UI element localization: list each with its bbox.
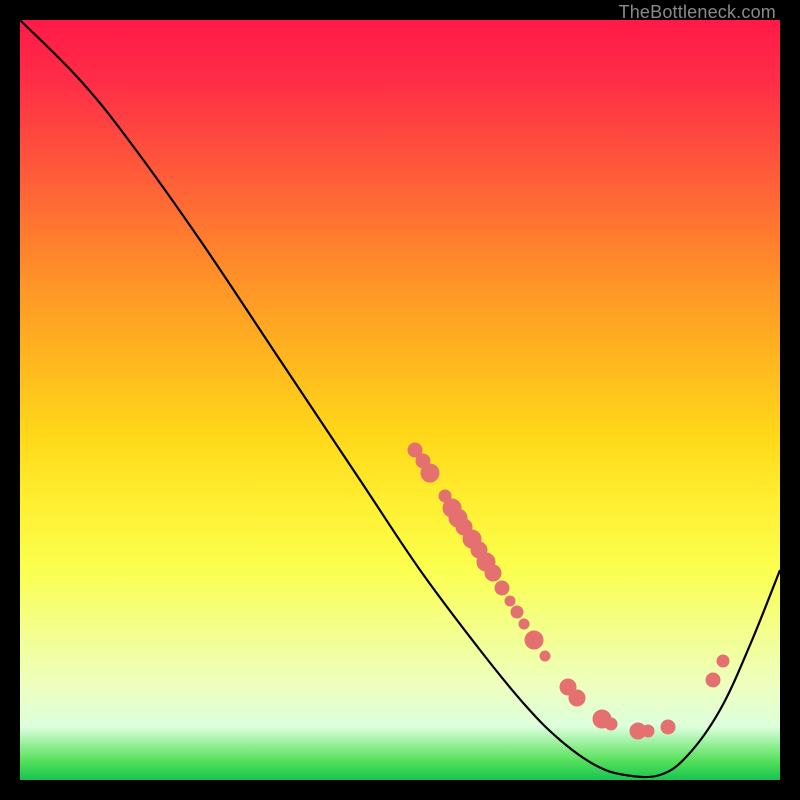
curve-marker — [495, 581, 509, 595]
curve-markers — [408, 443, 729, 739]
curve-marker — [511, 606, 523, 618]
curve-marker — [505, 596, 515, 606]
curve-marker — [717, 655, 729, 667]
curve-marker — [605, 718, 617, 730]
chart-plot-area — [20, 20, 780, 780]
curve-marker — [540, 651, 550, 661]
bottleneck-curve — [20, 20, 780, 777]
curve-marker — [661, 720, 675, 734]
curve-marker — [421, 464, 439, 482]
bottleneck-curve-svg — [20, 20, 780, 780]
curve-marker — [569, 690, 585, 706]
curve-marker — [642, 725, 654, 737]
curve-marker — [525, 631, 543, 649]
curve-marker — [485, 565, 501, 581]
curve-marker — [519, 619, 529, 629]
curve-marker — [706, 673, 720, 687]
